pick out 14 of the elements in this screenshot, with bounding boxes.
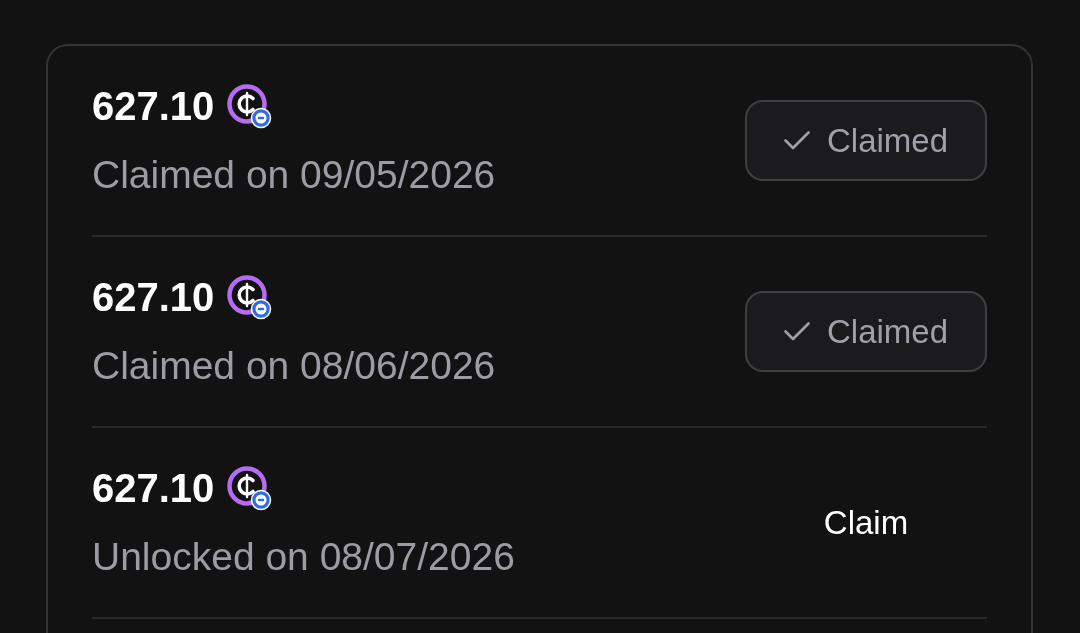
claimed-button[interactable]: Claimed [745,291,987,372]
claimed-button[interactable]: Claimed [745,100,987,181]
coin-icon [227,83,273,129]
reward-amount: 627.10 [92,274,215,321]
coin-icon [227,465,273,511]
reward-amount: 627.10 [92,465,215,512]
check-icon [783,131,810,150]
check-icon [783,322,810,341]
coin-icon [227,274,273,320]
reward-amount: 627.10 [92,83,215,130]
claim-button[interactable]: Claim [745,482,987,563]
reward-status: Claimed on 09/05/2026 [92,152,496,198]
reward-status: Claimed on 08/06/2026 [92,343,496,389]
reward-status: Unlocked on 08/07/2026 [92,534,515,580]
